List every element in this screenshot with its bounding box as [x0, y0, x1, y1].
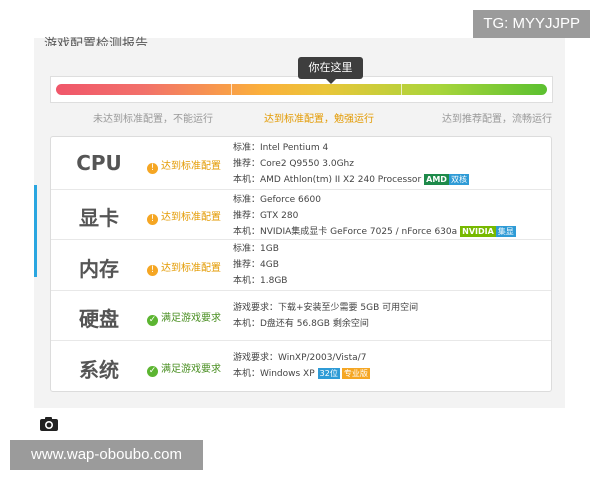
hardware-details: 标准：Geforce 6600 推荐：GTX 280 本机：NVIDIA集成显卡…: [233, 192, 516, 240]
hardware-table: CPU ! 达到标准配置 标准：Intel Pentium 4 推荐：Core2 …: [50, 136, 552, 392]
warning-icon: !: [147, 265, 158, 276]
hardware-row-cpu: CPU ! 达到标准配置 标准：Intel Pentium 4 推荐：Core2 …: [51, 137, 551, 190]
status-badge: ✓ 满足游戏要求: [147, 309, 221, 326]
detail-line: 推荐：GTX 280: [233, 211, 299, 221]
hardware-name: 内存: [79, 257, 119, 281]
check-icon: ✓: [147, 366, 158, 377]
hardware-details: 游戏要求：WinXP/2003/Vista/7 本机：Windows XP 32位…: [233, 350, 370, 382]
scale-label-standard: 达到标准配置，勉强运行: [264, 114, 374, 125]
hardware-row-disk: 硬盘 ✓ 满足游戏要求 游戏要求：下载+安装至少需要 5GB 可用空间 本机：D盘…: [51, 290, 551, 341]
tg-watermark: TG: MYYJJPP: [473, 10, 590, 38]
detail-line: 游戏要求：下载+安装至少需要 5GB 可用空间: [233, 303, 419, 313]
status-badge: ! 达到标准配置: [147, 259, 221, 276]
hardware-row-os: 系统 ✓ 满足游戏要求 游戏要求：WinXP/2003/Vista/7 本机：Wi…: [51, 340, 551, 391]
warning-icon: !: [147, 214, 158, 225]
status-text: 达到标准配置: [161, 161, 221, 172]
hardware-details: 标准：1GB 推荐：4GB 本机：1.8GB: [233, 241, 287, 289]
status-badge: ! 达到标准配置: [147, 157, 221, 174]
hardware-name: 系统: [79, 358, 119, 382]
page-title: 游戏配置检测报告: [44, 37, 149, 46]
status-text: 达到标准配置: [161, 263, 221, 274]
camera-icon: [40, 417, 58, 431]
hardware-name: CPU: [76, 151, 122, 175]
status-badge: ! 达到标准配置: [147, 208, 221, 225]
detail-line: 推荐：Core2 Q9550 3.0Ghz: [233, 159, 354, 169]
detail-line-local: 本机：Windows XP 32位 专业版: [233, 366, 370, 382]
hardware-row-gpu: 显卡 ! 达到标准配置 标准：Geforce 6600 推荐：GTX 280 本机…: [51, 189, 551, 240]
you-are-here-marker: 你在这里: [298, 57, 363, 79]
scale-label-recommended: 达到推荐配置，流畅运行: [442, 114, 552, 125]
detail-line: 推荐：4GB: [233, 260, 279, 270]
nvidia-logo: NVIDIA: [460, 226, 496, 237]
performance-meter: [50, 76, 553, 103]
amd-logo: AMD: [424, 174, 449, 185]
hardware-details: 标准：Intel Pentium 4 推荐：Core2 Q9550 3.0Ghz…: [233, 140, 469, 188]
32bit-tag: 32位: [317, 368, 340, 379]
marker-pointer-icon: [326, 79, 336, 84]
status-text: 满足游戏要求: [161, 313, 221, 324]
dual-core-tag: 双核: [448, 174, 469, 185]
detail-line: 本机：D盘还有 56.8GB 剩余空间: [233, 319, 369, 329]
detail-text: 本机：AMD Athlon(tm) II X2 240 Processor: [233, 175, 422, 185]
detail-line-local: 本机：NVIDIA集成显卡 GeForce 7025 / nForce 630a…: [233, 224, 516, 240]
meter-gradient-bar: [56, 84, 547, 95]
scale-label-below-standard: 未达到标准配置，不能运行: [93, 114, 213, 125]
site-watermark: www.wap-oboubo.com: [10, 440, 203, 470]
status-text: 满足游戏要求: [161, 364, 221, 375]
detail-line-local: 本机：AMD Athlon(tm) II X2 240 Processor AMD…: [233, 172, 469, 188]
hardware-details: 游戏要求：下载+安装至少需要 5GB 可用空间 本机：D盘还有 56.8GB 剩…: [233, 300, 418, 332]
hardware-row-memory: 内存 ! 达到标准配置 标准：1GB 推荐：4GB 本机：1.8GB: [51, 239, 551, 291]
hardware-name: 显卡: [79, 206, 119, 230]
meter-tick: [401, 81, 402, 98]
status-text: 达到标准配置: [161, 212, 221, 223]
detail-text: 本机：NVIDIA集成显卡 GeForce 7025 / nForce 630a: [233, 227, 458, 237]
detail-text: 本机：Windows XP: [233, 369, 315, 379]
hardware-name: 硬盘: [79, 307, 119, 331]
meter-tick: [231, 81, 232, 98]
detail-line: 标准：Intel Pentium 4: [233, 143, 329, 153]
pro-edition-tag: 专业版: [341, 368, 370, 379]
check-icon: ✓: [147, 315, 158, 326]
side-accent-bar: [34, 185, 37, 277]
warning-icon: !: [147, 163, 158, 174]
detail-line: 标准：Geforce 6600: [233, 195, 321, 205]
detail-line: 标准：1GB: [233, 244, 279, 254]
detail-line: 本机：1.8GB: [233, 276, 288, 286]
detail-line: 游戏要求：WinXP/2003/Vista/7: [233, 353, 367, 363]
status-badge: ✓ 满足游戏要求: [147, 360, 221, 377]
integrated-gpu-tag: 集显: [495, 226, 516, 237]
